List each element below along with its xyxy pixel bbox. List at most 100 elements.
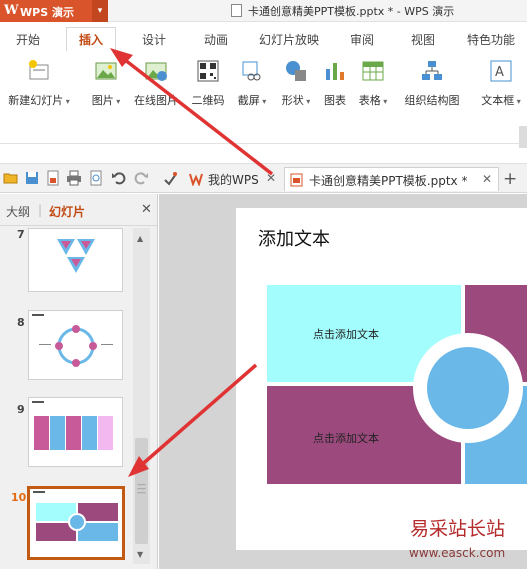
qr-code-icon bbox=[197, 60, 219, 82]
dropdown-arrow-icon: ▾ bbox=[303, 97, 311, 106]
tab-slideshow[interactable]: 幻灯片放映 bbox=[259, 31, 319, 48]
textbox-button[interactable]: A 文本框 ▾ bbox=[477, 59, 525, 108]
online-picture-icon bbox=[145, 62, 167, 81]
slide-thumbnail-10[interactable] bbox=[27, 486, 125, 560]
textbox-label: 文本框 bbox=[481, 94, 515, 107]
app-menu-button[interactable]: W WPS 演示 ▾ bbox=[0, 0, 108, 22]
close-icon[interactable]: ✕ bbox=[482, 172, 492, 186]
tab-my-wps-label: 我的WPS bbox=[208, 173, 259, 187]
slide-thumbnail-9[interactable] bbox=[28, 397, 123, 467]
slide-title[interactable]: 添加文本 bbox=[258, 225, 330, 251]
dropdown-arrow-icon: ▾ bbox=[259, 97, 267, 106]
org-chart-label: 组织结构图 bbox=[404, 94, 460, 107]
tab-review[interactable]: 审阅 bbox=[350, 31, 374, 48]
wps-home-icon bbox=[189, 173, 203, 186]
current-slide[interactable]: 添加文本 点击添加文本 点击添加文本 bbox=[236, 208, 527, 550]
dropdown-arrow-icon: ▾ bbox=[113, 97, 121, 106]
chevron-down-icon[interactable]: ▾ bbox=[92, 0, 108, 22]
tab-view[interactable]: 视图 bbox=[411, 31, 435, 48]
insert-ribbon: 新建幻灯片 ▾ 图片 ▾ 在线图片 二维码 截屏 ▾ 形状 ▾ 图表 表格 ▾ … bbox=[0, 51, 527, 148]
org-chart-icon bbox=[422, 61, 442, 80]
chart-icon bbox=[326, 63, 344, 80]
triangles-diagram bbox=[57, 239, 95, 273]
tab-animation[interactable]: 动画 bbox=[204, 31, 228, 48]
screenshot-icon bbox=[242, 61, 261, 81]
picture-icon bbox=[95, 62, 117, 80]
slide-thumbnail-7[interactable] bbox=[28, 228, 123, 292]
table-button[interactable]: 表格 ▾ bbox=[355, 59, 391, 108]
tab-insert[interactable]: 插入 bbox=[66, 27, 117, 52]
app-name: WPS 演示 bbox=[20, 6, 74, 19]
open-folder-icon[interactable] bbox=[3, 170, 19, 186]
document-icon bbox=[290, 173, 303, 187]
print-preview-icon[interactable] bbox=[88, 170, 104, 186]
close-icon[interactable]: ✕ bbox=[141, 202, 152, 217]
quadrant-diagram bbox=[33, 491, 118, 541]
scroll-down-icon[interactable]: ▼ bbox=[137, 550, 143, 559]
slide-number: 7 bbox=[17, 228, 25, 241]
chart-label: 图表 bbox=[324, 94, 346, 107]
document-icon bbox=[231, 4, 242, 17]
picture-label: 图片 bbox=[91, 94, 114, 107]
slide-number: 9 bbox=[17, 403, 25, 416]
org-chart-button[interactable]: 组织结构图 bbox=[400, 59, 464, 108]
tab-home[interactable]: 开始 bbox=[16, 31, 40, 48]
slides-panel-header: 大纲 | 幻灯片 ✕ bbox=[0, 194, 158, 226]
print-icon[interactable] bbox=[66, 170, 82, 186]
shapes-button[interactable]: 形状 ▾ bbox=[278, 59, 314, 108]
picture-button[interactable]: 图片 ▾ bbox=[86, 59, 126, 108]
customize-toolbar-icon[interactable] bbox=[162, 170, 178, 186]
screenshot-label: 截屏 bbox=[237, 94, 260, 107]
shapes-icon bbox=[286, 61, 306, 81]
export-pdf-icon[interactable] bbox=[45, 170, 61, 186]
new-slide-icon bbox=[29, 60, 49, 80]
quick-access-toolbar: 我的WPS ✕ 卡通创意精美PPT模板.pptx * ✕ bbox=[0, 163, 527, 193]
online-picture-button[interactable]: 在线图片 bbox=[131, 59, 181, 108]
tab-features[interactable]: 特色功能 bbox=[467, 31, 515, 48]
tab-my-wps[interactable]: 我的WPS ✕ bbox=[186, 167, 280, 191]
tab-document-label: 卡通创意精美PPT模板.pptx * bbox=[309, 174, 468, 188]
tab-document[interactable]: 卡通创意精美PPT模板.pptx * ✕ bbox=[284, 167, 499, 191]
center-circle[interactable] bbox=[427, 347, 509, 429]
title-bar: W WPS 演示 ▾ 卡通创意精美PPT模板.pptx * - WPS 演示 bbox=[0, 0, 527, 22]
wps-logo-icon: W bbox=[4, 3, 19, 18]
qr-code-button[interactable]: 二维码 bbox=[190, 59, 226, 108]
redo-icon[interactable] bbox=[133, 170, 149, 186]
window-title: 卡通创意精美PPT模板.pptx * - WPS 演示 bbox=[248, 5, 455, 18]
text-placeholder[interactable]: 点击添加文本 bbox=[313, 326, 379, 342]
undo-icon[interactable] bbox=[111, 170, 127, 186]
slide-number: 8 bbox=[17, 316, 25, 329]
ribbon-overflow bbox=[519, 126, 527, 148]
ribbon-tabs: 开始 插入 设计 动画 幻灯片放映 审阅 视图 特色功能 bbox=[0, 27, 527, 52]
watermark-url: www.easck.com bbox=[409, 546, 506, 560]
slide-thumbnail-8[interactable] bbox=[28, 310, 123, 380]
chart-button[interactable]: 图表 bbox=[321, 59, 349, 108]
text-placeholder[interactable]: 点击添加文本 bbox=[313, 430, 379, 446]
slide-number: 10 bbox=[11, 491, 27, 504]
columns-diagram bbox=[32, 401, 113, 450]
new-tab-icon[interactable]: + bbox=[503, 169, 517, 189]
new-slide-button[interactable]: 新建幻灯片 ▾ bbox=[6, 59, 72, 108]
tab-slides[interactable]: 幻灯片 bbox=[49, 203, 85, 220]
panel-tab-separator: | bbox=[38, 203, 43, 217]
tab-outline[interactable]: 大纲 bbox=[6, 203, 30, 220]
dropdown-arrow-icon: ▾ bbox=[380, 97, 388, 106]
textbox-icon: A bbox=[490, 60, 512, 82]
save-icon[interactable] bbox=[24, 170, 40, 186]
dropdown-arrow-icon: ▾ bbox=[63, 97, 70, 106]
online-picture-label: 在线图片 bbox=[134, 94, 178, 107]
svg-text:A: A bbox=[495, 65, 504, 80]
watermark-logo: 易采站长站 bbox=[410, 518, 506, 540]
qr-code-label: 二维码 bbox=[191, 94, 225, 107]
shapes-label: 形状 bbox=[281, 94, 304, 107]
new-slide-label: 新建幻灯片 bbox=[8, 94, 64, 107]
table-label: 表格 bbox=[358, 94, 381, 107]
scroll-up-icon[interactable]: ▲ bbox=[137, 234, 143, 243]
circle-diagram bbox=[32, 314, 113, 367]
slides-scrollbar[interactable]: ▲ — — — ▼ bbox=[133, 228, 150, 564]
screenshot-button[interactable]: 截屏 ▾ bbox=[234, 59, 270, 108]
close-icon[interactable]: ✕ bbox=[266, 171, 276, 185]
table-icon bbox=[362, 61, 384, 81]
tab-design[interactable]: 设计 bbox=[142, 31, 166, 48]
grip-icon: — — — bbox=[137, 480, 146, 498]
